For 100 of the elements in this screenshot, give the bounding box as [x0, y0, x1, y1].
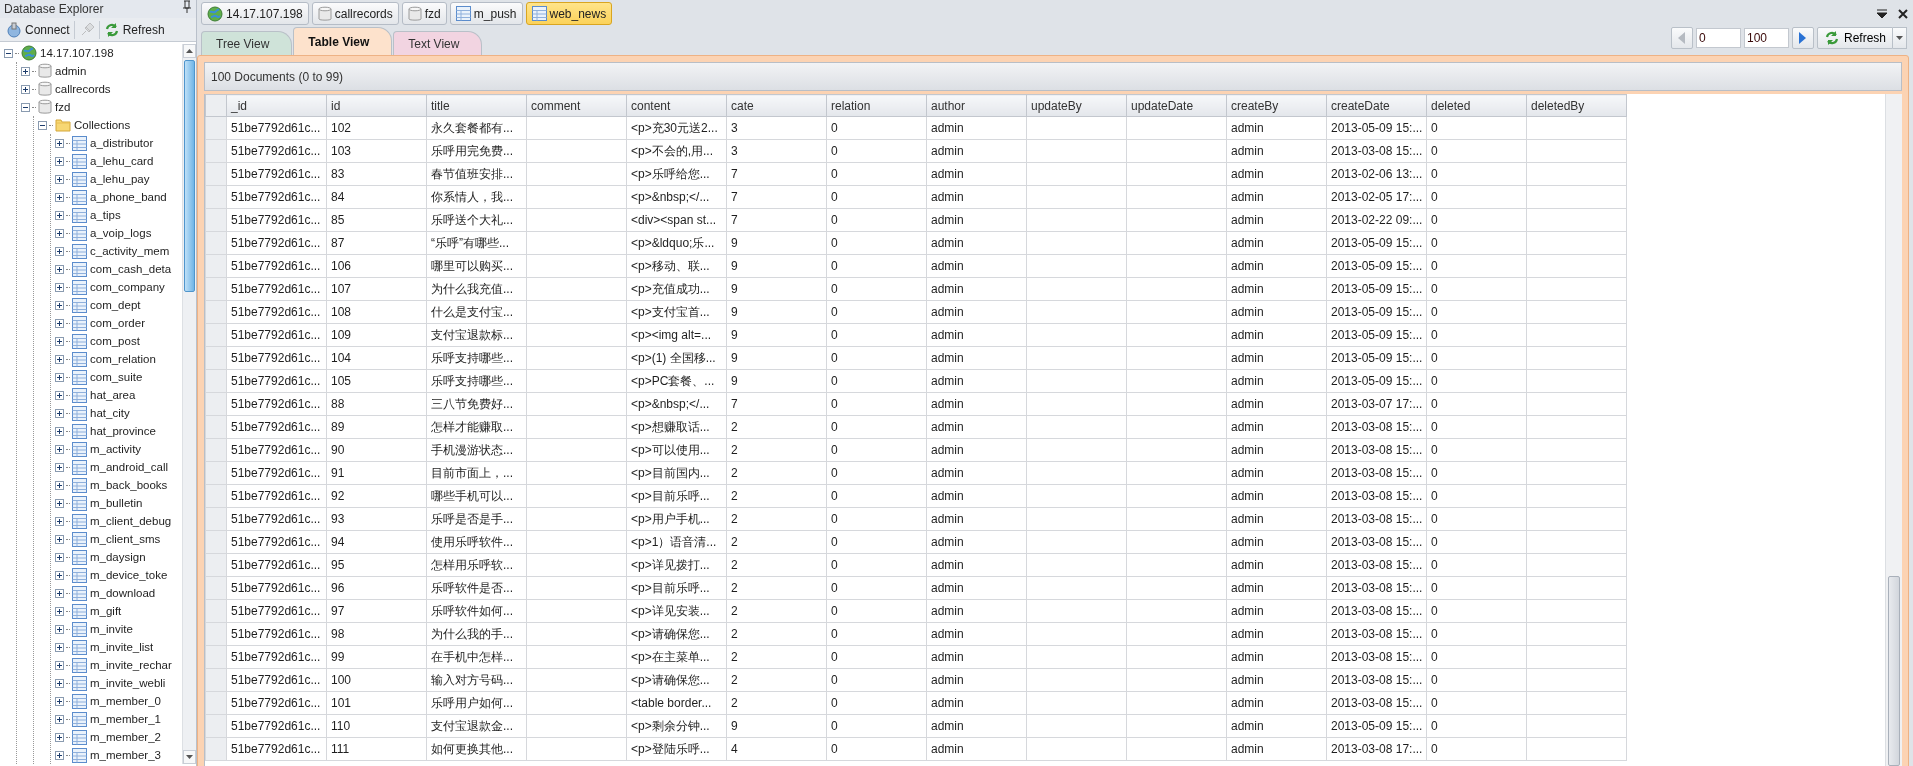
- expand-icon[interactable]: [55, 732, 64, 742]
- tree-item[interactable]: m_member_3: [89, 747, 162, 763]
- column-header[interactable]: updateDate: [1126, 94, 1227, 117]
- tree-item[interactable]: Collections: [73, 117, 132, 133]
- limit-field[interactable]: 100: [1743, 28, 1789, 48]
- view-tab[interactable]: Text View: [393, 31, 483, 55]
- tree-item[interactable]: fzd: [54, 99, 72, 115]
- connect-button[interactable]: Connect: [2, 19, 74, 40]
- tree-item[interactable]: a_tips: [89, 207, 122, 223]
- expand-icon[interactable]: [55, 264, 64, 274]
- column-header[interactable]: cate: [726, 94, 827, 117]
- tree-item[interactable]: 14.17.107.198: [39, 45, 115, 61]
- expand-icon[interactable]: [55, 192, 64, 202]
- collapse-icon[interactable]: [38, 120, 47, 130]
- tree-item[interactable]: m_member_0: [89, 693, 162, 709]
- tree-item[interactable]: m_gift: [89, 603, 123, 619]
- tree-item[interactable]: hat_area: [89, 387, 137, 403]
- tree-item[interactable]: m_bulletin: [89, 495, 144, 511]
- expand-icon[interactable]: [55, 624, 64, 634]
- expand-icon[interactable]: [55, 480, 64, 490]
- tree-item[interactable]: com_company: [89, 279, 166, 295]
- tree-item[interactable]: m_client_debug: [89, 513, 173, 529]
- expand-icon[interactable]: [55, 660, 64, 670]
- column-header[interactable]: relation: [826, 94, 927, 117]
- next-button[interactable]: [1791, 27, 1814, 49]
- up-arrow-icon[interactable]: [186, 49, 193, 53]
- expand-icon[interactable]: [55, 570, 64, 580]
- expand-icon[interactable]: [55, 750, 64, 760]
- expand-icon[interactable]: [55, 210, 64, 220]
- tree-item[interactable]: com_post: [89, 333, 141, 349]
- column-header[interactable]: id: [326, 94, 427, 117]
- expand-icon[interactable]: [55, 498, 64, 508]
- tree-item[interactable]: com_order: [89, 315, 146, 331]
- refresh-button[interactable]: Refresh: [99, 19, 169, 40]
- expand-icon[interactable]: [55, 642, 64, 652]
- tree-item[interactable]: m_back_books: [89, 477, 169, 493]
- tree-item[interactable]: a_voip_logs: [89, 225, 153, 241]
- tree-item[interactable]: m_daysign: [89, 549, 147, 565]
- refresh-button[interactable]: Refresh: [1816, 27, 1893, 49]
- expand-icon[interactable]: [55, 426, 64, 436]
- column-header[interactable]: author: [926, 94, 1027, 117]
- tree-item[interactable]: m_invite_list: [89, 639, 155, 655]
- scrollbar[interactable]: [1885, 94, 1902, 766]
- tree-item[interactable]: m_invite_webli: [89, 675, 167, 691]
- pin-icon[interactable]: [182, 0, 192, 14]
- tree-item[interactable]: m_download: [89, 585, 157, 601]
- expand-icon[interactable]: [55, 606, 64, 616]
- tree-item[interactable]: c_activity_mem: [89, 243, 171, 259]
- expand-icon[interactable]: [55, 156, 64, 166]
- column-header[interactable]: comment: [526, 94, 627, 117]
- tree-item[interactable]: com_dept: [89, 297, 142, 313]
- expand-icon[interactable]: [55, 714, 64, 724]
- expand-icon[interactable]: [55, 228, 64, 238]
- expand-icon[interactable]: [55, 246, 64, 256]
- expand-icon[interactable]: [55, 678, 64, 688]
- tree-item[interactable]: hat_province: [89, 423, 157, 439]
- column-header[interactable]: updateBy: [1026, 94, 1127, 117]
- document-tab[interactable]: fzd: [401, 2, 447, 25]
- view-tab[interactable]: Tree View: [201, 31, 293, 55]
- tree-item[interactable]: a_lehu_card: [89, 153, 155, 169]
- document-tab[interactable]: m_push: [449, 2, 523, 25]
- expand-icon[interactable]: [21, 66, 30, 76]
- document-tab[interactable]: 14.17.107.198: [201, 2, 309, 25]
- tree-item[interactable]: m_activity: [89, 441, 143, 457]
- tree-item[interactable]: m_member_1: [89, 711, 162, 727]
- dropdown-button[interactable]: [1893, 27, 1907, 49]
- tree-item[interactable]: com_cash_deta: [89, 261, 173, 277]
- column-header[interactable]: content: [626, 94, 727, 117]
- tree-item[interactable]: com_relation: [89, 351, 157, 367]
- collapse-icon[interactable]: [21, 102, 30, 112]
- expand-icon[interactable]: [55, 588, 64, 598]
- column-header[interactable]: createDate: [1326, 94, 1427, 117]
- down-arrow-icon[interactable]: [186, 755, 193, 759]
- expand-icon[interactable]: [55, 282, 64, 292]
- document-tab[interactable]: web_news: [525, 2, 613, 25]
- expand-icon[interactable]: [55, 300, 64, 310]
- tree-item[interactable]: com_suite: [89, 369, 144, 385]
- expand-icon[interactable]: [55, 534, 64, 544]
- tree-item[interactable]: m_invite: [89, 621, 134, 637]
- expand-icon[interactable]: [55, 390, 64, 400]
- expand-icon[interactable]: [21, 84, 30, 94]
- expand-icon[interactable]: [55, 696, 64, 706]
- column-header[interactable]: _id: [226, 94, 327, 117]
- expand-icon[interactable]: [55, 138, 64, 148]
- close-icon[interactable]: [1897, 7, 1909, 20]
- tree-item[interactable]: a_distributor: [89, 135, 155, 151]
- expand-icon[interactable]: [55, 336, 64, 346]
- dropdown-icon[interactable]: [1876, 8, 1888, 19]
- document-tab[interactable]: callrecords: [311, 2, 399, 25]
- view-tab[interactable]: Table View: [293, 27, 393, 55]
- expand-icon[interactable]: [55, 372, 64, 382]
- column-header[interactable]: deleted: [1426, 94, 1527, 117]
- scrollbar[interactable]: [182, 44, 196, 764]
- tree-item[interactable]: admin: [54, 63, 88, 79]
- tree-item[interactable]: m_android_call: [89, 459, 169, 475]
- expand-icon[interactable]: [55, 516, 64, 526]
- expand-icon[interactable]: [55, 408, 64, 418]
- expand-icon[interactable]: [55, 318, 64, 328]
- column-header[interactable]: deletedBy: [1526, 94, 1627, 117]
- column-header[interactable]: createBy: [1226, 94, 1327, 117]
